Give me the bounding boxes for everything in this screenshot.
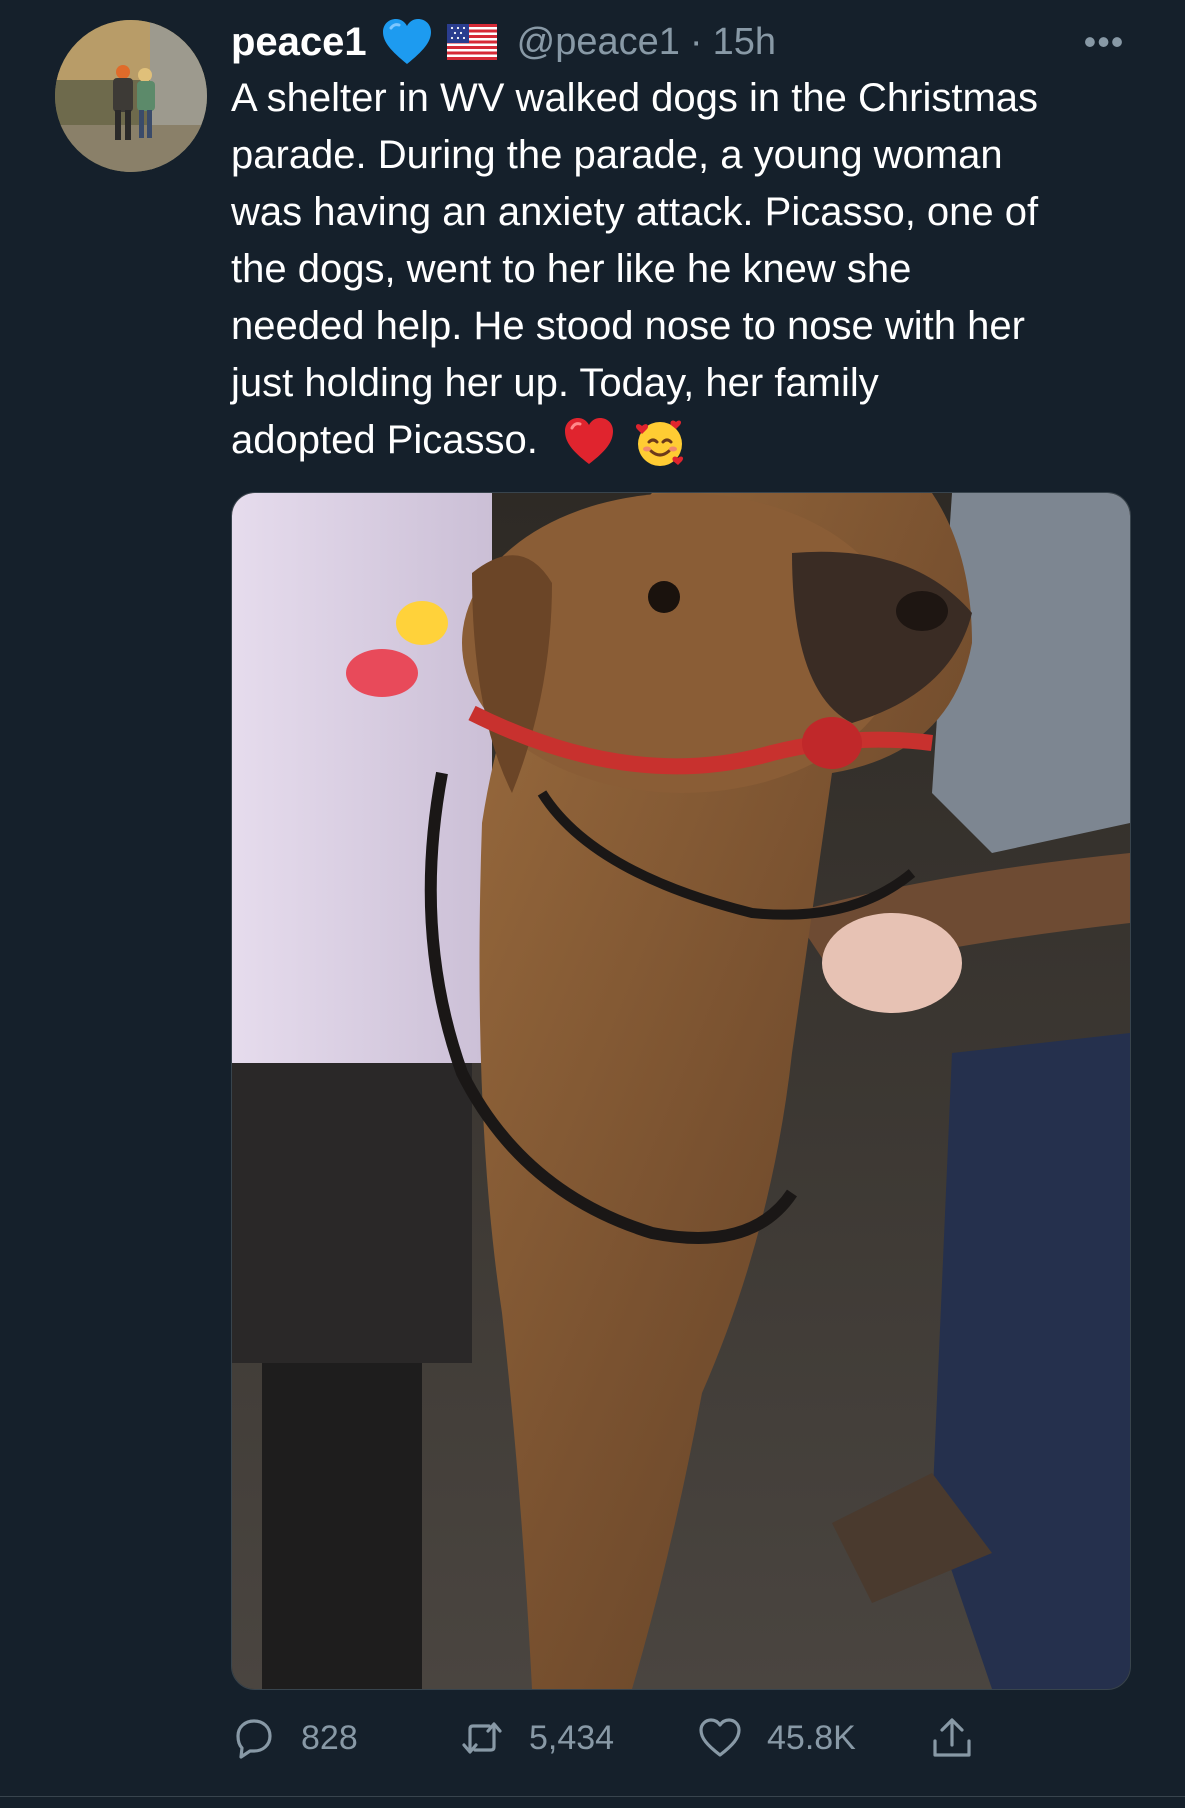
dog-photo <box>232 493 1130 1689</box>
handle[interactable]: @peace1 <box>517 21 680 64</box>
tweet-header: peace1 @peace1 · 15h <box>231 14 1131 70</box>
tweet-text-last-line: adopted Picasso. <box>231 412 1151 469</box>
tweet-text-line: just holding her up. Today, her family <box>231 361 879 405</box>
tweet-text-line: the dogs, went to her like he knew she <box>231 247 912 291</box>
avatar[interactable] <box>55 20 207 172</box>
separator-dot: · <box>689 20 703 63</box>
tweet-text-line: was having an anxiety attack. Picasso, o… <box>231 190 1039 234</box>
retweet-button[interactable]: 5,434 <box>459 1710 614 1766</box>
reply-count: 828 <box>301 1718 358 1757</box>
retweet-icon <box>459 1715 505 1761</box>
tweet[interactable]: peace1 @peace1 · 15h ••• A shelter in WV… <box>0 0 1185 1797</box>
more-options-icon[interactable]: ••• <box>1082 22 1126 62</box>
tweet-text-line: needed help. He stood nose to nose with … <box>231 304 1025 348</box>
retweet-count: 5,434 <box>529 1718 615 1757</box>
tweet-text-line: parade. During the parade, a young woman <box>231 133 1003 177</box>
reply-button[interactable]: 828 <box>231 1710 358 1766</box>
heart-icon <box>697 1715 743 1761</box>
smiling-face-with-hearts-emoji <box>634 416 686 468</box>
tweet-text-line: adopted Picasso. <box>231 418 538 462</box>
reply-icon <box>231 1715 277 1761</box>
display-name[interactable]: peace1 <box>231 20 367 65</box>
us-flag-icon <box>446 24 497 60</box>
share-icon <box>929 1715 975 1761</box>
tweet-text-line: A shelter in WV walked dogs in the Chris… <box>231 76 1039 120</box>
blue-heart-icon <box>381 18 433 66</box>
share-button[interactable] <box>929 1710 975 1766</box>
tweet-divider <box>0 1796 1185 1797</box>
red-heart-emoji <box>563 416 615 468</box>
avatar-photo <box>55 20 207 172</box>
tweet-actions: 828 5,434 45.8K <box>231 1710 1131 1766</box>
tweet-text: A shelter in WV walked dogs in the Chris… <box>231 70 1151 469</box>
like-button[interactable]: 45.8K <box>697 1710 856 1766</box>
tweet-media-photo[interactable] <box>231 492 1131 1690</box>
like-count: 45.8K <box>767 1718 856 1757</box>
timestamp[interactable]: 15h <box>713 21 776 64</box>
